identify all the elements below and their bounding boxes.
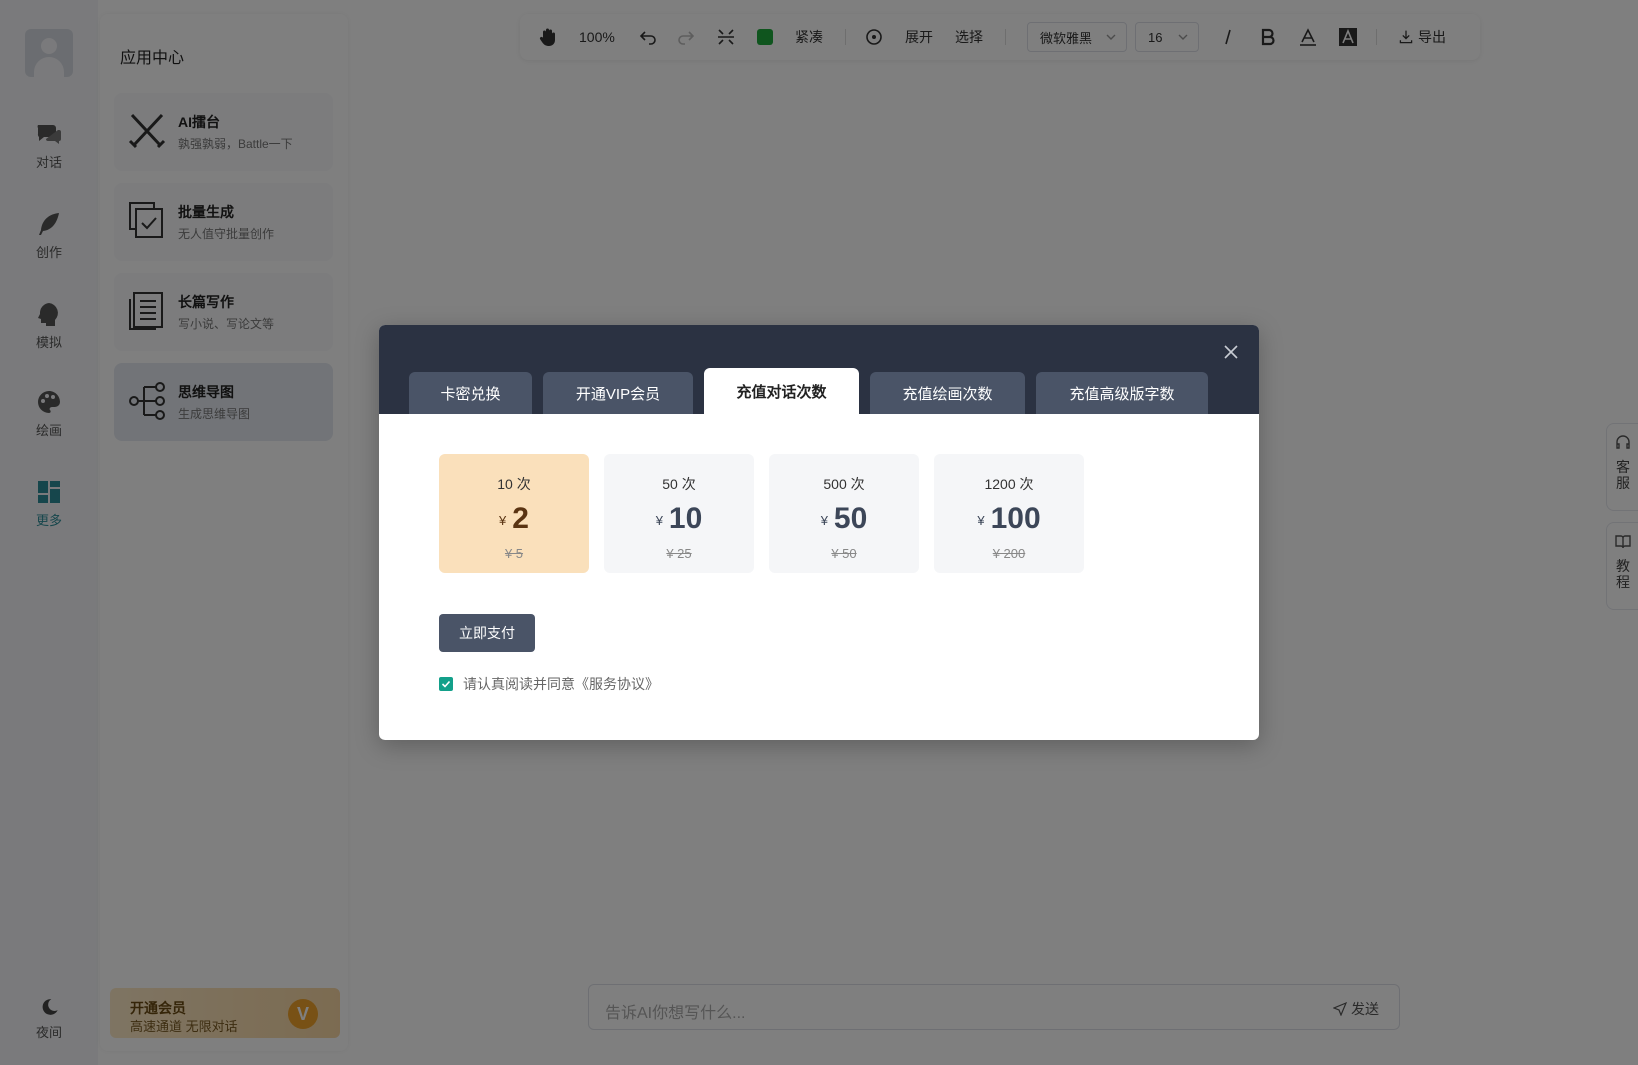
plan-original-price: ¥ 50 <box>831 546 857 561</box>
currency-symbol: ¥ <box>977 512 985 528</box>
check-icon <box>441 680 451 688</box>
plan-option[interactable]: 50 次 ¥10 ¥ 25 <box>604 454 754 573</box>
plan-option[interactable]: 10 次 ¥2 ¥ 5 <box>439 454 589 573</box>
plan-original-price: ¥ 25 <box>666 546 692 561</box>
currency-symbol: ¥ <box>499 512 507 528</box>
tab-chat-credits[interactable]: 充值对话次数 <box>704 368 859 414</box>
close-icon[interactable] <box>1221 342 1241 362</box>
plan-option[interactable]: 1200 次 ¥100 ¥ 200 <box>934 454 1084 573</box>
tab-premium-words[interactable]: 充值高级版字数 <box>1036 372 1208 414</box>
plan-option[interactable]: 500 次 ¥50 ¥ 50 <box>769 454 919 573</box>
tab-drawing-credits[interactable]: 充值绘画次数 <box>870 372 1025 414</box>
agreement-text[interactable]: 请认真阅读并同意《服务协议》 <box>463 674 659 694</box>
plan-count: 500 次 <box>823 476 865 492</box>
plan-original-price: ¥ 5 <box>504 546 524 561</box>
plan-original-price: ¥ 200 <box>992 546 1026 561</box>
plan-price: ¥2 <box>439 502 589 536</box>
plan-price: ¥10 <box>604 502 754 536</box>
plan-price: ¥50 <box>769 502 919 536</box>
plan-price-value: 10 <box>668 502 703 535</box>
pay-now-button[interactable]: 立即支付 <box>439 614 535 652</box>
recharge-modal: 卡密兑换 开通VIP会员 充值对话次数 充值绘画次数 充值高级版字数 10 次 … <box>379 325 1259 740</box>
currency-symbol: ¥ <box>820 512 828 528</box>
agreement-row: 请认真阅读并同意《服务协议》 <box>439 674 659 694</box>
currency-symbol: ¥ <box>655 512 663 528</box>
agreement-checkbox[interactable] <box>439 677 453 691</box>
plan-count: 50 次 <box>662 476 696 492</box>
tab-vip[interactable]: 开通VIP会员 <box>543 372 693 414</box>
plan-price-value: 100 <box>990 502 1041 535</box>
plan-price-value: 50 <box>833 502 868 535</box>
plan-price-value: 2 <box>512 502 529 535</box>
plan-price: ¥100 <box>934 502 1084 536</box>
plan-count: 10 次 <box>497 476 531 492</box>
plan-count: 1200 次 <box>984 476 1034 492</box>
tab-card-redeem[interactable]: 卡密兑换 <box>409 372 532 414</box>
modal-header: 卡密兑换 开通VIP会员 充值对话次数 充值绘画次数 充值高级版字数 <box>379 325 1259 414</box>
